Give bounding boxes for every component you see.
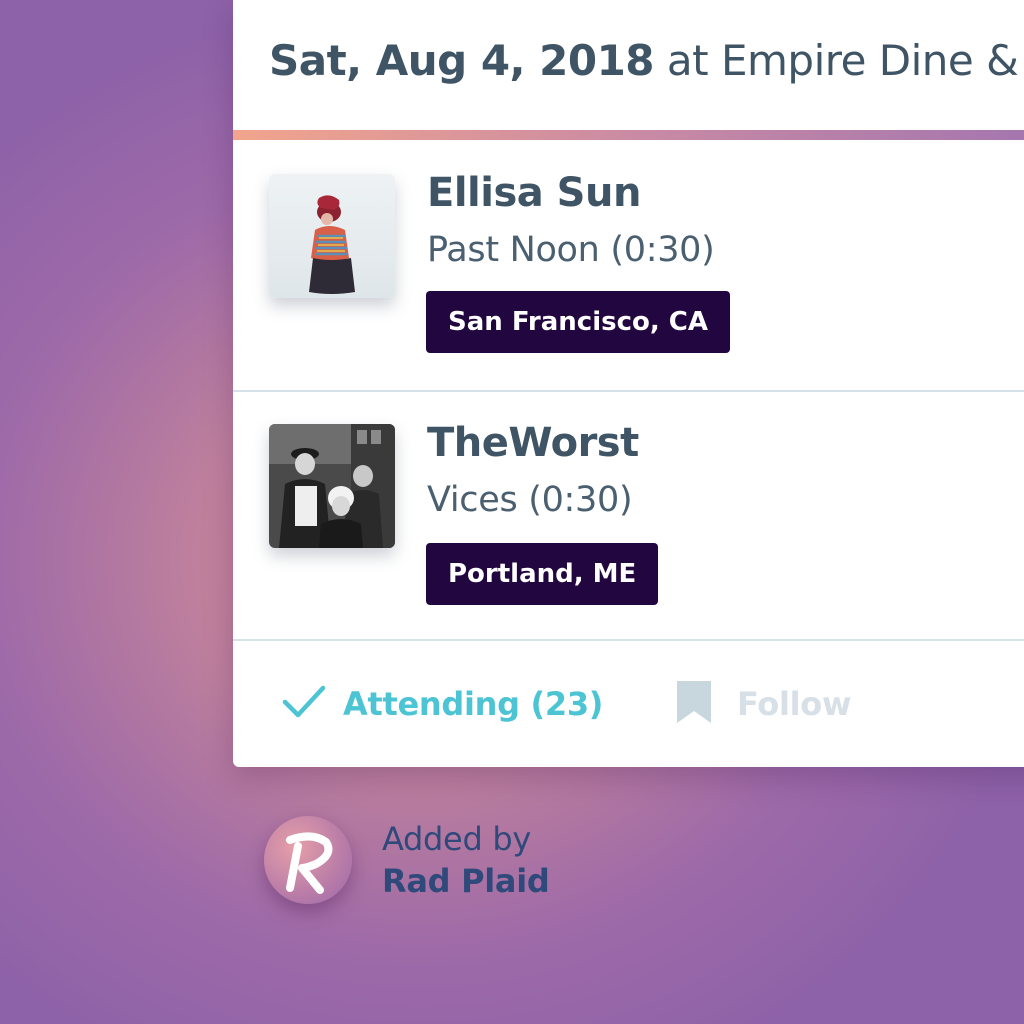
rad-plaid-logo[interactable]	[264, 816, 352, 904]
event-card: Sat, Aug 4, 2018 at Empire Dine & Da	[233, 0, 1024, 767]
event-header: Sat, Aug 4, 2018 at Empire Dine & Da	[233, 0, 1024, 130]
artist-name[interactable]: Ellisa Sun	[427, 170, 641, 216]
added-by-section: Added by Rad Plaid	[264, 816, 664, 906]
attending-label: Attending (23)	[343, 685, 604, 723]
added-by-label: Added by	[382, 820, 531, 858]
artist-name[interactable]: TheWorst	[427, 420, 639, 466]
gradient-divider	[233, 130, 1024, 140]
event-actions: Attending (23) Follow	[233, 641, 1024, 767]
bookmark-icon	[675, 679, 713, 729]
artist-row[interactable]: TheWorst Vices (0:30) Portland, ME	[233, 392, 1024, 641]
band-photo-icon[interactable]	[269, 424, 395, 548]
checkmark-icon	[281, 682, 327, 726]
artist-song[interactable]: Vices (0:30)	[427, 480, 633, 520]
event-venue: at Empire Dine & Da	[666, 36, 1024, 85]
attending-button[interactable]: Attending (23)	[281, 679, 603, 729]
event-date: Sat, Aug 4, 2018	[269, 36, 655, 85]
location-badge: San Francisco, CA	[426, 291, 731, 353]
follow-label: Follow	[737, 685, 852, 723]
added-by-name[interactable]: Rad Plaid	[382, 862, 550, 900]
artist-row[interactable]: Ellisa Sun Past Noon (0:30) San Francisc…	[233, 140, 1024, 392]
follow-button[interactable]: Follow	[675, 679, 852, 729]
location-badge: Portland, ME	[426, 543, 659, 605]
artist-song[interactable]: Past Noon (0:30)	[427, 230, 715, 270]
event-title: Sat, Aug 4, 2018 at Empire Dine & Da	[269, 36, 1024, 85]
artist-photo-icon[interactable]	[269, 174, 395, 298]
